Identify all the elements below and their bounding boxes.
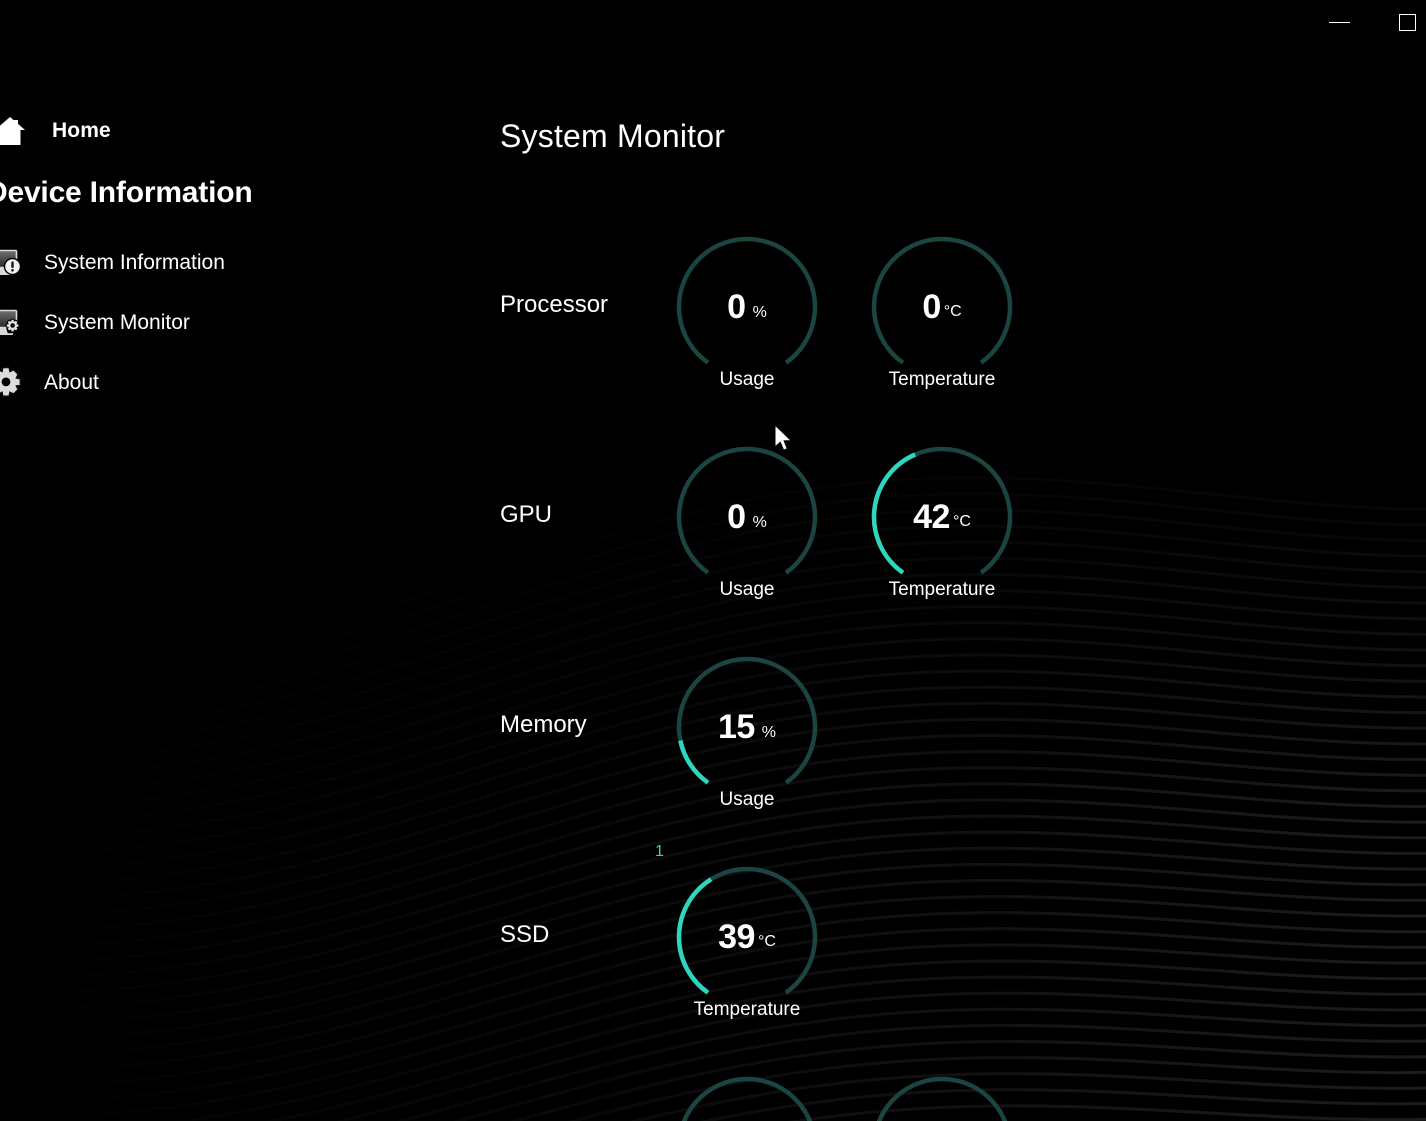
gauge-unit: °C xyxy=(757,933,776,950)
gauge-unit: °C xyxy=(952,513,971,530)
gauge-caption: Temperature xyxy=(888,579,996,600)
maximize-button[interactable] xyxy=(1384,6,1426,38)
sidebar-section-title: Device Information xyxy=(0,176,253,209)
gauge-readout: 39 °C xyxy=(672,862,822,1012)
sidebar-item-about-label: About xyxy=(44,371,99,394)
gauge-index-label: 1 xyxy=(655,843,664,860)
gauge: 15% xyxy=(672,652,822,802)
page-title: System Monitor xyxy=(500,118,726,154)
gauge-value: 0 xyxy=(727,288,746,326)
main-content: System Monitor Processor 0% Usage 0 °C Temper… xyxy=(460,0,1426,1121)
gauge-unit: % xyxy=(761,724,777,741)
metric-label: SSD xyxy=(500,921,550,948)
sidebar-item-system-monitor-label: System Monitor xyxy=(44,311,190,334)
gauge xyxy=(672,1072,822,1121)
gauge-unit: % xyxy=(752,304,767,321)
gauge-value: 39 xyxy=(718,918,755,956)
sidebar-item-home-label: Home xyxy=(52,119,111,142)
gear-icon xyxy=(0,366,30,400)
monitor-gear-icon xyxy=(0,309,30,337)
gauge-readout: 0 °C xyxy=(867,232,1017,382)
metric-label: Processor xyxy=(500,291,609,318)
gauge-unit: % xyxy=(752,514,767,531)
gauge-unit: °C xyxy=(943,303,962,320)
navigation-sidebar: Home Device Information System Informati… xyxy=(0,0,460,1121)
sidebar-item-home[interactable]: Home xyxy=(0,108,316,154)
sidebar-item-system-monitor[interactable]: System Monitor xyxy=(0,300,382,346)
gauge: 0 °C xyxy=(867,232,1017,382)
gauge-value: 0 xyxy=(727,498,746,536)
gauge xyxy=(867,1072,1017,1121)
gauge-readout xyxy=(672,1072,822,1121)
sidebar-item-system-information-label: System Information xyxy=(44,251,225,274)
maximize-icon xyxy=(1398,13,1416,31)
gauge: 0% xyxy=(672,232,822,382)
gauge-readout: 0% xyxy=(672,232,822,382)
metric-label: GPU xyxy=(500,501,553,528)
gauge: 0% xyxy=(672,442,822,592)
gauge-readout: 15% xyxy=(672,652,822,802)
minimize-button[interactable] xyxy=(1316,6,1362,38)
title-bar xyxy=(0,0,1426,40)
gauge-readout xyxy=(867,1072,1017,1121)
gauge-readout: 42 °C xyxy=(867,442,1017,592)
gauge-caption: Temperature xyxy=(888,369,996,390)
gauge-caption: Temperature xyxy=(693,999,801,1020)
gauge-value: 42 xyxy=(913,498,950,536)
sidebar-item-about[interactable]: About xyxy=(0,360,382,406)
gauge-readout: 0% xyxy=(672,442,822,592)
monitor-info-icon xyxy=(0,249,30,277)
gauge-value: 15 xyxy=(717,708,755,746)
sidebar-item-system-information[interactable]: System Information xyxy=(0,240,382,286)
minimize-icon xyxy=(1328,21,1350,23)
gauge-value: 0 xyxy=(922,288,941,326)
app-window: Home Device Information System Informati… xyxy=(0,0,1426,1121)
home-icon xyxy=(0,116,34,146)
gauge: 39 °C xyxy=(672,862,822,1012)
gauge: 42 °C xyxy=(867,442,1017,592)
gauge-caption: Usage xyxy=(719,789,775,810)
metric-label: Memory xyxy=(500,711,587,738)
